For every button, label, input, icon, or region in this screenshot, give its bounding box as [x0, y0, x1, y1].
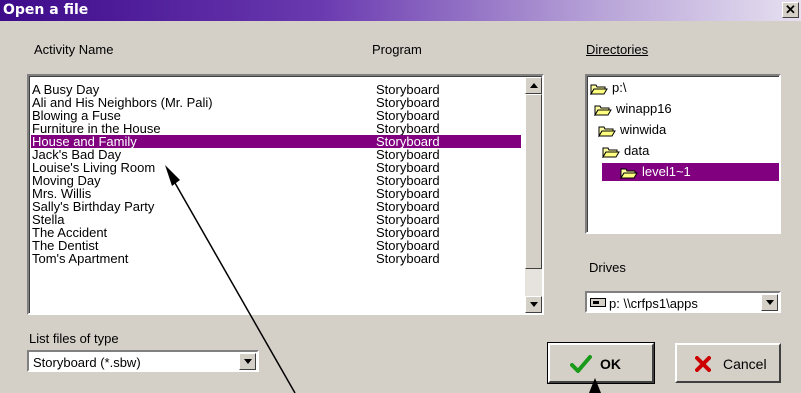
annotation-arrows [165, 165, 601, 393]
